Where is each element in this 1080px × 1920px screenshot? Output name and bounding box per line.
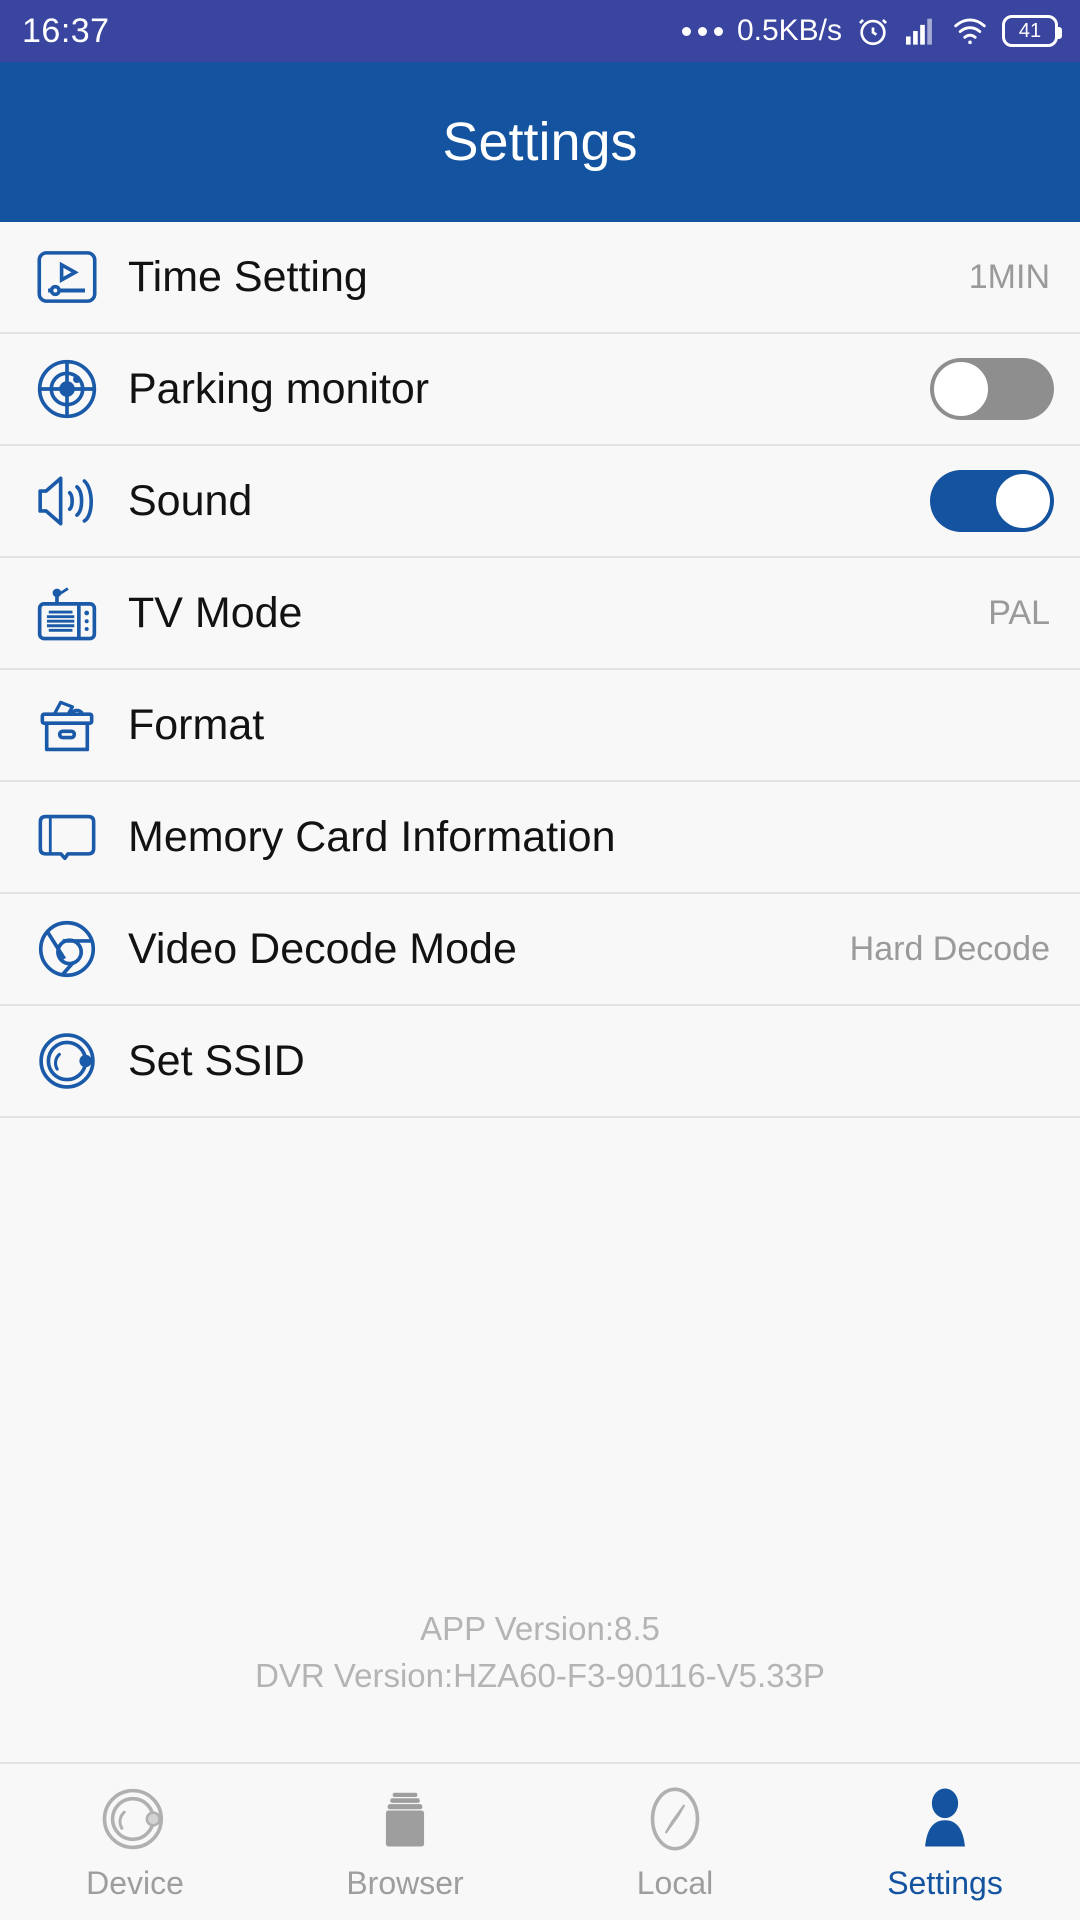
dvr-version-label: DVR Version:HZA60-F3-90116-V5.33P: [255, 1657, 825, 1695]
app-version-label: APP Version:8.5: [420, 1610, 660, 1648]
app-screen: 16:37 0.5KB/s 41 Settings Time Setting 1…: [0, 0, 1080, 1920]
nav-item-label: Local: [636, 1864, 714, 1901]
settings-row-sound[interactable]: Sound: [0, 446, 1080, 558]
status-bar: 16:37 0.5KB/s 41: [0, 0, 1080, 62]
time-setting-icon: [26, 250, 108, 304]
settings-row-format[interactable]: Format: [0, 670, 1080, 782]
settings-row-tv-mode[interactable]: TV Mode PAL: [0, 558, 1080, 670]
nav-item-browser[interactable]: Browser: [270, 1764, 540, 1920]
memory-card-icon: [26, 811, 108, 863]
version-info: APP Version:8.5 DVR Version:HZA60-F3-901…: [0, 1606, 1080, 1700]
settings-row-value: PAL: [988, 593, 1050, 632]
settings-row-label: Sound: [128, 476, 253, 525]
browser-icon: [369, 1783, 441, 1855]
page-header: Settings: [0, 62, 1080, 222]
toggle-knob: [994, 472, 1052, 530]
nav-item-local[interactable]: Local: [540, 1764, 810, 1920]
page-title: Settings: [442, 112, 638, 172]
settings-row-value: Hard Decode: [849, 929, 1050, 968]
device-icon: [99, 1783, 171, 1855]
settings-row-parking-monitor[interactable]: Parking monitor: [0, 334, 1080, 446]
format-icon: [26, 696, 108, 754]
settings-row-set-ssid[interactable]: Set SSID: [0, 1006, 1080, 1118]
more-dots-icon: [681, 26, 723, 36]
settings-row-label: Time Setting: [128, 252, 368, 301]
battery-icon: 41: [1002, 15, 1062, 47]
status-bar-clock: 16:37: [22, 11, 110, 50]
nav-item-settings[interactable]: Settings: [810, 1764, 1080, 1920]
settings-row-label: Video Decode Mode: [128, 924, 517, 973]
settings-row-label: Set SSID: [128, 1036, 305, 1085]
settings-row-memory-card-information[interactable]: Memory Card Information: [0, 782, 1080, 894]
settings-person-icon: [909, 1783, 981, 1855]
nav-item-label: Browser: [346, 1864, 464, 1901]
tv-mode-icon: [26, 582, 108, 644]
settings-row-label: Format: [128, 700, 265, 749]
nav-item-device[interactable]: Device: [0, 1764, 270, 1920]
settings-row-time-setting[interactable]: Time Setting 1MIN: [0, 222, 1080, 334]
battery-level-label: 41: [1018, 19, 1042, 42]
content-spacer: APP Version:8.5 DVR Version:HZA60-F3-901…: [0, 1118, 1080, 1762]
settings-row-label: TV Mode: [128, 588, 303, 637]
nav-item-label: Settings: [887, 1864, 1003, 1901]
parking-monitor-toggle[interactable]: [930, 358, 1054, 420]
set-ssid-icon: [26, 1030, 108, 1092]
cellular-signal-icon: [904, 16, 938, 46]
local-compass-icon: [639, 1783, 711, 1855]
sound-toggle[interactable]: [930, 470, 1054, 532]
settings-list: Time Setting 1MIN Parking monitor Sound …: [0, 222, 1080, 1118]
network-speed-label: 0.5KB/s: [736, 14, 842, 47]
status-bar-icons: 0.5KB/s 41: [681, 14, 1062, 48]
alarm-icon: [856, 14, 890, 48]
parking-monitor-icon: [26, 358, 108, 420]
bottom-navigation: Device Browser Local Settings: [0, 1762, 1080, 1920]
video-decode-icon: [26, 918, 108, 980]
settings-row-video-decode-mode[interactable]: Video Decode Mode Hard Decode: [0, 894, 1080, 1006]
settings-row-value: 1MIN: [968, 257, 1050, 296]
settings-row-label: Memory Card Information: [128, 812, 616, 861]
nav-item-label: Device: [86, 1864, 184, 1901]
settings-row-label: Parking monitor: [128, 364, 430, 413]
wifi-icon: [952, 16, 988, 46]
toggle-knob: [932, 360, 990, 418]
sound-icon: [26, 472, 108, 530]
